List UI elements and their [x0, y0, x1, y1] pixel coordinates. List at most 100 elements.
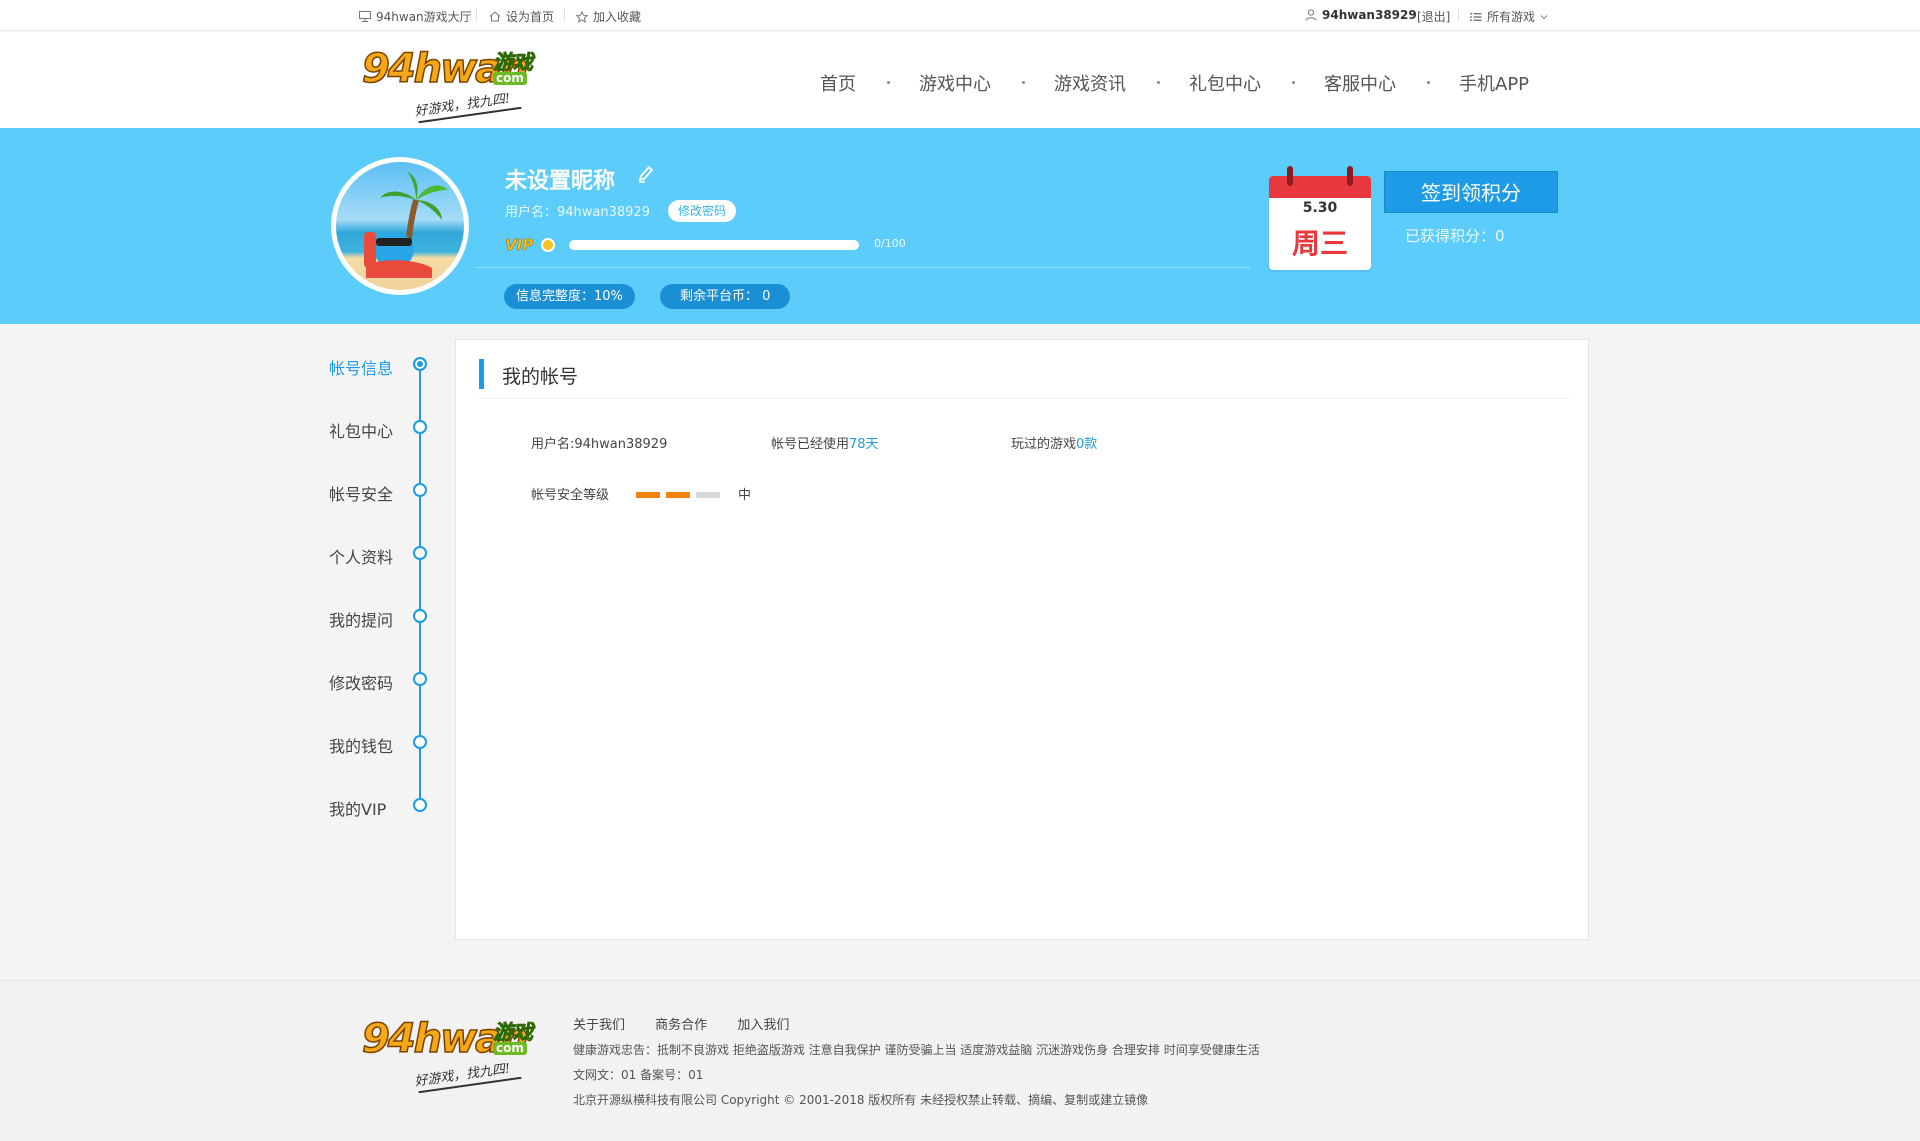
calendar-weekday: 周三 — [1291, 227, 1348, 260]
star-icon — [576, 10, 588, 23]
sidebar-item-my-vip[interactable]: 我的VIP — [329, 796, 386, 820]
footer-link-business[interactable]: 商务合作 — [655, 1018, 707, 1033]
bookmark-label: 加入收藏 — [593, 10, 642, 24]
logout-label: [退出] — [1417, 10, 1451, 24]
topbar-username: 94hwan38929 — [1322, 8, 1417, 22]
list-icon — [1470, 12, 1482, 22]
divider — [564, 9, 565, 21]
lobby-label: 94hwan游戏大厅 — [376, 10, 472, 24]
security-bar — [636, 492, 660, 498]
account-age-value: 78天 — [849, 437, 879, 452]
nav-customer-service[interactable]: 客服中心 — [1324, 70, 1396, 96]
logo-com-badge: com — [493, 72, 527, 85]
security-bar — [696, 492, 720, 498]
footer-links: 关于我们 商务合作 加入我们 — [573, 1014, 815, 1033]
vip-badge: VIP — [505, 236, 534, 255]
games-played-value[interactable]: 0款 — [1076, 437, 1097, 452]
site-header: 94hwan 游戏 com 好游戏，找九四! 首页 游戏中心 游戏资讯 礼包中心… — [0, 32, 1920, 128]
avatar-image — [336, 162, 464, 290]
sidebar-dot — [413, 798, 427, 812]
all-games-label: 所有游戏 — [1487, 10, 1536, 24]
set-home-label: 设为首页 — [506, 10, 555, 24]
nav-game-center[interactable]: 游戏中心 — [919, 70, 991, 96]
account-age: 帐号已经使用78天 — [771, 433, 879, 452]
completeness-badge: 信息完整度：10% — [504, 284, 635, 309]
account-username: 用户名:94hwan38929 — [531, 437, 668, 452]
sidebar-item-my-wallet[interactable]: 我的钱包 — [329, 733, 393, 757]
sidebar-dot — [413, 483, 427, 497]
vip-progress-text: 0/100 — [874, 237, 906, 250]
vip-progress-bar — [569, 240, 859, 250]
games-played: 玩过的游戏0款 — [1011, 433, 1097, 452]
chevron-down-icon — [1540, 14, 1548, 20]
signin-button[interactable]: 签到领积分 — [1384, 171, 1558, 213]
games-played-label: 玩过的游戏 — [1011, 437, 1077, 452]
site-footer: 94hwan 游戏 com 好游戏，找九四! 关于我们 商务合作 加入我们 健康… — [0, 980, 1920, 1141]
nickname: 未设置昵称 — [505, 169, 616, 194]
panel-title: 我的帐号 — [502, 366, 579, 388]
nav-separator — [887, 81, 890, 84]
profile-username: 用户名：94hwan38929 — [505, 205, 650, 220]
sidebar-dot — [413, 735, 427, 749]
nav-separator — [1022, 81, 1025, 84]
calendar-date: 5.30 — [1302, 200, 1338, 216]
home-icon — [489, 11, 501, 22]
lobby-link[interactable]: 94hwan游戏大厅 — [359, 8, 472, 25]
account-age-label: 帐号已经使用 — [771, 437, 850, 452]
sidebar-dot-active — [413, 357, 427, 371]
points-earned: 已获得积分：0 — [1405, 227, 1505, 245]
nav-gift-center[interactable]: 礼包中心 — [1189, 70, 1261, 96]
security-bar — [666, 492, 690, 498]
banner-divider — [475, 267, 1250, 268]
account-panel: 我的帐号 用户名:94hwan38929 帐号已经使用78天 玩过的游戏0款 帐… — [455, 339, 1589, 940]
footer-link-about[interactable]: 关于我们 — [573, 1018, 625, 1033]
calendar-ring — [1347, 166, 1353, 186]
user-link[interactable]: 94hwan38929 — [1305, 8, 1417, 22]
nav-mobile-app[interactable]: 手机APP — [1459, 70, 1529, 96]
coin-balance-badge: 剩余平台币： 0 — [660, 284, 791, 309]
avatar-illustration — [364, 172, 448, 278]
divider — [1458, 9, 1459, 21]
sidebar-item-change-password[interactable]: 修改密码 — [329, 670, 393, 694]
sidebar-dot — [413, 609, 427, 623]
health-notice: 健康游戏忠告：抵制不良游戏 拒绝盗版游戏 注意自我保护 谨防受骗上当 适度游戏益… — [573, 1043, 1260, 1057]
panel-divider — [479, 398, 1569, 399]
set-home-link[interactable]: 设为首页 — [489, 8, 554, 25]
sidebar-item-personal-profile[interactable]: 个人资料 — [329, 544, 393, 568]
account-sidebar: 帐号信息 礼包中心 帐号安全 个人资料 我的提问 修改密码 我的钱包 我的VIP — [320, 338, 440, 820]
profile-banner: 未设置昵称 用户名：94hwan38929 修改密码 VIP 0/100 信息完… — [0, 128, 1920, 324]
sidebar-dot — [413, 672, 427, 686]
top-bar: 94hwan游戏大厅 设为首页 加入收藏 94hwan38929 [退出] 所有… — [0, 0, 1920, 31]
calendar-header — [1269, 176, 1371, 198]
nav-separator — [1292, 81, 1295, 84]
nav-separator — [1157, 81, 1160, 84]
security-level-value: 中 — [738, 488, 752, 503]
sidebar-item-account-security[interactable]: 帐号安全 — [329, 481, 393, 505]
divider — [476, 9, 477, 21]
logout-link[interactable]: [退出] — [1417, 8, 1450, 25]
nav-separator — [1427, 81, 1430, 84]
footer-link-join[interactable]: 加入我们 — [737, 1018, 789, 1033]
nav-game-news[interactable]: 游戏资讯 — [1054, 70, 1126, 96]
sidebar-dot — [413, 546, 427, 560]
sidebar-item-gift-center[interactable]: 礼包中心 — [329, 418, 393, 442]
footer-logo: 94hwan 游戏 com 好游戏，找九四! — [361, 1015, 537, 1094]
logo-com-badge: com — [493, 1042, 527, 1055]
change-password-button[interactable]: 修改密码 — [668, 200, 737, 222]
sidebar-item-my-questions[interactable]: 我的提问 — [329, 607, 393, 631]
site-logo[interactable]: 94hwan 游戏 com 好游戏，找九四! — [361, 45, 537, 124]
calendar-ring — [1287, 166, 1293, 186]
copyright: 北京开源纵横科技有限公司 Copyright © 2001-2018 版权所有 … — [573, 1093, 1149, 1107]
vip-coin-icon — [541, 238, 555, 252]
sidebar-dot — [413, 420, 427, 434]
monitor-icon — [359, 11, 371, 22]
calendar-widget: 5.30 周三 — [1269, 166, 1371, 270]
security-level-label: 帐号安全等级 — [531, 488, 610, 503]
pencil-icon[interactable] — [637, 165, 654, 187]
avatar[interactable] — [331, 157, 469, 295]
sidebar-item-account-info[interactable]: 帐号信息 — [329, 355, 393, 379]
nav-home[interactable]: 首页 — [820, 70, 856, 96]
all-games-dropdown[interactable]: 所有游戏 — [1470, 8, 1548, 25]
bookmark-link[interactable]: 加入收藏 — [576, 8, 641, 25]
license-info: 文网文：01 备案号：01 — [573, 1068, 704, 1082]
